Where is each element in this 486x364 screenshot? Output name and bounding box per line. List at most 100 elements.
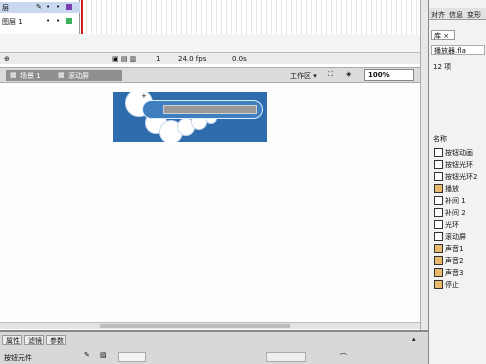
sound-icon [434,184,443,193]
scene-icon: ▦ [10,71,17,79]
edit-bar: ▦ 场景 1 ▦ 滚动屏 工作区 ▾ ⛶ ◈ 100% [0,67,420,83]
sound-icon [434,280,443,289]
progress-track [163,105,257,114]
tab-parameters[interactable]: 参数 [46,335,66,345]
custom-button[interactable] [266,352,306,362]
item-label: 按钮光环2 [445,173,478,181]
graphic-symbol-icon [434,208,443,217]
zoom-select[interactable]: 100% [364,69,414,81]
item-label: 播放 [445,185,459,193]
timeline-panel: 层 ✎ • • 图层 1 • • ⊕ ▣ ▤ ▥ 1 24.0 fps 0.0s [0,0,420,64]
lock-dot-icon[interactable]: • [56,17,60,25]
frame-rate: 24.0 fps [178,55,207,63]
list-item[interactable]: 补间 1 [429,194,486,206]
item-label: 光环 [445,221,459,229]
visibility-dot-icon[interactable]: • [46,17,50,25]
graphic-symbol-icon [434,196,443,205]
breadcrumb: ▦ 场景 1 ▦ 滚动屏 [6,70,122,81]
item-label: 补间 2 [445,209,466,217]
layer-color-icon [66,4,72,10]
item-label: 按钮动画 [445,149,473,157]
movieclip-symbol-icon [434,232,443,241]
column-header-name[interactable]: 名称 [433,134,447,144]
button-symbol-icon [434,172,443,181]
tab-label: 参数 [50,337,64,345]
symbol-icon: ▦ [58,71,65,79]
sound-icon [434,244,443,253]
tab-properties[interactable]: 属性 [2,335,22,345]
button-symbol-icon [434,148,443,157]
tab-filters[interactable]: 滤镜 [24,335,44,345]
layer-name: 图层 1 [2,18,23,26]
library-list: 按钮动画 按钮光环 按钮光环2 播放 补间 1 补间 2 光环 滚动屏 声音1 … [429,146,486,290]
breadcrumb-symbol[interactable]: 滚动屏 [68,71,89,81]
pencil-icon: ✎ [36,3,42,11]
sound-icon [434,268,443,277]
layer-row[interactable]: 层 ✎ • • [0,2,80,13]
tab-transform[interactable]: 变形 [467,10,481,20]
add-layer-icon[interactable]: ⊕ [4,55,10,63]
item-label: 停止 [445,281,459,289]
item-label: 声音3 [445,269,464,277]
edit-scene-icon[interactable]: ⛶ [328,70,333,79]
layer-color-icon [66,18,72,24]
progress-frame [142,100,263,119]
tab-library[interactable]: 库 × [431,30,455,40]
scroll-screen-symbol[interactable]: + [113,92,267,142]
current-frame: 1 [156,55,161,63]
item-count: 12 项 [433,63,452,71]
playhead[interactable] [81,0,83,34]
layer-list: 层 ✎ • • 图层 1 • • [0,0,80,34]
item-label: 滚动屏 [445,233,466,241]
list-item[interactable]: 按钮光环2 [429,170,486,182]
breadcrumb-scene[interactable]: 场景 1 [20,71,41,81]
tab-label: 属性 [6,337,20,345]
list-item[interactable]: 停止 [429,278,486,290]
layer-row[interactable]: 图层 1 • • [0,16,80,27]
symbol-type-label: 按钮元件 [4,354,32,362]
list-item[interactable]: 按钮动画 [429,146,486,158]
properties-panel: 属性 滤镜 参数 按钮元件 ✎ ▨ ⌒ ▴ [0,330,428,364]
tab-label: 库 × [434,32,450,40]
list-item[interactable]: 光环 [429,218,486,230]
button-symbol-icon [434,160,443,169]
scrollbar-thumb[interactable] [100,324,290,328]
library-file-select[interactable]: 播放器.fla [431,45,485,55]
zoom-value: 100% [368,71,390,79]
tab-label: 滤镜 [28,337,42,345]
item-label: 按钮光环 [445,161,473,169]
visibility-dot-icon[interactable]: • [46,3,50,11]
edit-symbol-icon[interactable]: ◈ [346,70,351,78]
vertical-scrollbar[interactable] [420,0,428,330]
item-label: 声音1 [445,245,464,253]
list-item[interactable]: 滚动屏 [429,230,486,242]
library-panel: 对齐 信息 变形 库 × 播放器.fla 12 项 名称 按钮动画 按钮光环 按… [428,0,486,364]
graphic-symbol-icon [434,220,443,229]
layer-name: 层 [2,4,9,12]
elapsed-time: 0.0s [232,55,247,63]
cap-style-icon[interactable]: ⌒ [340,352,347,362]
item-label: 声音2 [445,257,464,265]
pencil-icon[interactable]: ✎ [84,351,90,359]
fill-icon[interactable]: ▨ [100,351,107,359]
list-item[interactable]: 声音2 [429,254,486,266]
collapse-icon[interactable]: ▴ [412,335,416,343]
tab-info[interactable]: 信息 [449,10,463,20]
frame-grid[interactable] [81,0,420,34]
lock-dot-icon[interactable]: • [56,3,60,11]
tab-align[interactable]: 对齐 [431,10,445,20]
list-item[interactable]: 声音3 [429,266,486,278]
timeline-status-bar: ⊕ ▣ ▤ ▥ 1 24.0 fps 0.0s [0,52,420,64]
item-label: 补间 1 [445,197,466,205]
workspace-menu[interactable]: 工作区 ▾ [290,71,317,81]
list-item[interactable]: 补间 2 [429,206,486,218]
list-item[interactable]: 播放 [429,182,486,194]
frame-tools-icons[interactable]: ▣ ▤ ▥ [112,55,136,63]
registration-point-icon: + [141,92,147,100]
stroke-width-field[interactable] [118,352,146,362]
list-item[interactable]: 声音1 [429,242,486,254]
list-item[interactable]: 按钮光环 [429,158,486,170]
panel-tabs: 对齐 信息 变形 [429,8,486,20]
horizontal-scrollbar[interactable] [0,322,420,329]
sound-icon [434,256,443,265]
